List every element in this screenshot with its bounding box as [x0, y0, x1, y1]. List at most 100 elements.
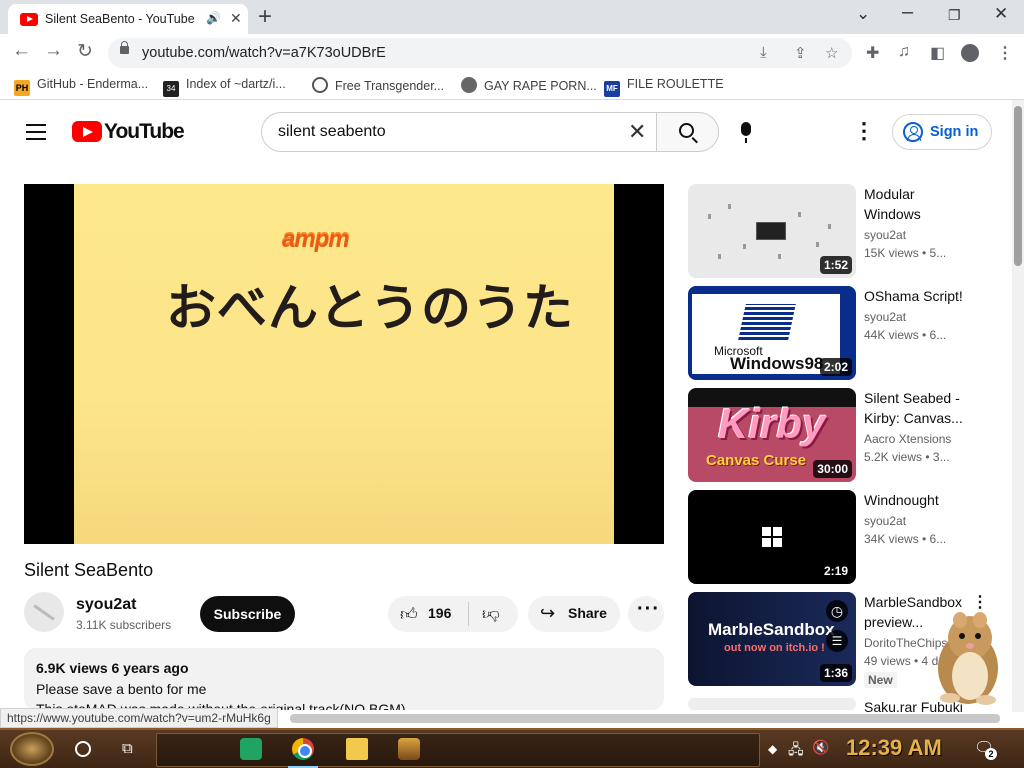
recommended-title[interactable]: OShama Script!: [864, 286, 974, 306]
youtube-header: YouTube silent seabento ✕ ⋮ Sign in: [0, 100, 1012, 164]
tab-strip: Silent SeaBento - YouTube 🔊 ✕ + ⌄ – ❐ ✕: [0, 0, 1024, 34]
add-to-queue-icon[interactable]: ☰: [826, 630, 848, 652]
video-thumbnail[interactable]: Kirby Canvas Curse 30:00: [688, 388, 856, 482]
video-duration: 2:19: [819, 562, 852, 580]
sheets-app-icon[interactable]: [240, 738, 262, 760]
video-title: Silent SeaBento: [24, 560, 154, 580]
video-thumbnail[interactable]: [688, 698, 856, 710]
microphone-icon[interactable]: [741, 122, 751, 143]
task-view-icon[interactable]: ⧉: [122, 740, 138, 758]
video-thumbnail[interactable]: Microsoft Windows98 2:02: [688, 286, 856, 380]
bookmarks-bar: PH GitHub - Enderma... 34 Index of ~dartz/…: [0, 72, 1024, 100]
recommended-video[interactable]: 2:19 Windnought syou2at 34K views • 6...: [688, 490, 998, 584]
lock-icon[interactable]: [120, 41, 129, 54]
tab-close-icon[interactable]: ✕: [230, 10, 242, 27]
divider: [468, 602, 469, 626]
taskbar-clock[interactable]: 12:39 AM: [846, 735, 942, 761]
thumbs-down-icon[interactable]: 👍︎: [482, 604, 500, 625]
subscribe-button[interactable]: Subscribe: [200, 596, 295, 632]
file-explorer-icon[interactable]: [346, 738, 368, 760]
sign-in-button[interactable]: Sign in: [892, 114, 992, 150]
extensions-icon[interactable]: ✚: [866, 43, 879, 63]
video-thumbnail[interactable]: 1:52: [688, 184, 856, 278]
recommended-video[interactable]: Microsoft Windows98 2:02 OShama Script! …: [688, 286, 998, 380]
recommended-title[interactable]: Modular Windows: [864, 184, 974, 224]
profile-avatar[interactable]: [961, 44, 979, 62]
taskbar-search-icon[interactable]: [75, 741, 91, 757]
chevron-down-icon[interactable]: ⌄: [856, 4, 870, 24]
video-frame[interactable]: ampm おべんとうのうた: [74, 184, 614, 544]
menu-icon[interactable]: [26, 124, 46, 140]
youtube-wordmark[interactable]: YouTube: [104, 120, 185, 144]
bookmark-item[interactable]: Free Transgender...: [312, 77, 444, 95]
video-player[interactable]: ampm おべんとうのうた: [24, 184, 664, 544]
recommended-video[interactable]: Kirby Canvas Curse 30:00 Silent Seabed -…: [688, 388, 998, 482]
description-box[interactable]: 6.9K views 6 years ago Please save a ben…: [24, 648, 664, 710]
scroll-thumb[interactable]: [1014, 106, 1022, 266]
recommended-video[interactable]: 1:52 Modular Windows syou2at 15K views •…: [688, 184, 998, 278]
site-favicon-icon: [312, 77, 328, 93]
vertical-scrollbar[interactable]: [1012, 100, 1024, 712]
video-thumbnail[interactable]: MarbleSandbox out now on itch.io ! ◷ ☰ 1…: [688, 592, 856, 686]
video-frame-text: おべんとうのうた: [166, 279, 574, 337]
globe-icon: [461, 77, 477, 93]
new-tab-button[interactable]: +: [258, 3, 272, 31]
share-button[interactable]: ↪ Share: [528, 596, 620, 632]
recommended-channel[interactable]: syou2at: [864, 310, 906, 324]
recommended-channel[interactable]: Aacro Xtensions: [864, 432, 951, 446]
more-actions-button[interactable]: ···: [628, 596, 664, 632]
minimize-button[interactable]: –: [902, 1, 913, 24]
recommended-title[interactable]: Windnought: [864, 490, 974, 510]
recommended-meta: 15K views • 5...: [864, 246, 947, 260]
speaker-icon[interactable]: 🔊: [206, 11, 221, 25]
bookmark-item[interactable]: GAY RAPE PORN...: [461, 77, 597, 95]
like-dislike-group: 👍︎ 196 👍︎: [388, 596, 518, 632]
channel-avatar[interactable]: [24, 592, 64, 632]
channel-name[interactable]: syou2at: [76, 596, 136, 614]
horizontal-scrollbar[interactable]: [290, 714, 1000, 723]
windows-logo-icon: [762, 527, 782, 547]
restore-button[interactable]: ❐: [948, 7, 961, 24]
game-app-icon[interactable]: [398, 738, 420, 760]
network-icon[interactable]: 🖧: [788, 739, 804, 763]
chrome-app-icon[interactable]: [292, 738, 314, 760]
browser-tab[interactable]: Silent SeaBento - YouTube 🔊 ✕: [8, 4, 248, 34]
bookmark-item[interactable]: 34 Index of ~dartz/i...: [163, 77, 286, 97]
video-thumbnail[interactable]: 2:19: [688, 490, 856, 584]
media-control-icon[interactable]: ♫: [898, 43, 910, 61]
share-page-icon[interactable]: ⇪: [794, 44, 807, 62]
clear-search-icon[interactable]: ✕: [628, 119, 646, 145]
settings-menu-icon[interactable]: ⋮: [853, 118, 875, 144]
tab-title: Silent SeaBento - YouTube: [45, 12, 195, 26]
hamster-desktop-pet-icon[interactable]: [924, 598, 1008, 708]
bookmark-star-icon[interactable]: ☆: [825, 44, 838, 62]
side-panel-icon[interactable]: ◧: [930, 43, 945, 63]
recommended-channel[interactable]: syou2at: [864, 514, 906, 528]
bookmark-item[interactable]: MF FILE ROULETTE: [604, 77, 724, 97]
recommended-meta: 34K views • 6...: [864, 532, 947, 546]
start-button[interactable]: [10, 732, 54, 766]
address-bar[interactable]: youtube.com/watch?v=a7K73oUDBrE ⤓ ⇪ ☆: [108, 38, 852, 68]
back-button[interactable]: ←: [12, 40, 31, 62]
youtube-logo-icon[interactable]: [72, 121, 102, 142]
search-button[interactable]: [656, 112, 719, 152]
recommended-title[interactable]: Silent Seabed - Kirby: Canvas...: [864, 388, 974, 428]
site-favicon-icon: MF: [604, 81, 620, 97]
browser-menu-icon[interactable]: ⋮: [997, 43, 1013, 63]
url-text[interactable]: youtube.com/watch?v=a7K73oUDBrE: [142, 45, 386, 61]
forward-button[interactable]: →: [44, 40, 63, 62]
install-icon[interactable]: ⤓: [760, 44, 767, 61]
bookmark-item[interactable]: PH GitHub - Enderma...: [14, 77, 148, 96]
window-close-button[interactable]: ✕: [994, 4, 1008, 24]
share-icon: ↪: [540, 603, 556, 623]
tray-expand-icon[interactable]: ◆: [768, 742, 777, 756]
like-count[interactable]: 196: [428, 605, 451, 621]
thumbs-up-icon[interactable]: 👍︎: [400, 604, 418, 625]
reload-button[interactable]: ↻: [77, 40, 93, 63]
volume-muted-icon[interactable]: 🔇: [812, 739, 829, 756]
search-value[interactable]: silent seabento: [278, 123, 386, 141]
search-input[interactable]: silent seabento ✕: [261, 112, 657, 152]
recommended-channel[interactable]: syou2at: [864, 228, 906, 242]
watch-later-icon[interactable]: ◷: [826, 600, 848, 622]
video-duration: 30:00: [813, 460, 852, 478]
